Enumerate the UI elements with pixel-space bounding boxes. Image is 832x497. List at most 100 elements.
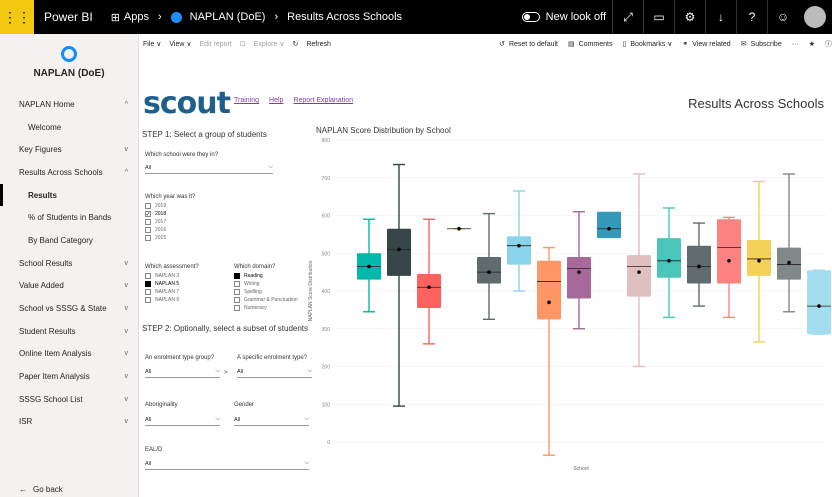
sidebar-item-label: Student Results: [19, 326, 76, 336]
checkbox-option[interactable]: Writing: [234, 280, 298, 288]
breadcrumb-page: Results Across Schools: [287, 11, 403, 23]
training-link[interactable]: Training: [234, 97, 259, 104]
sidebar-item[interactable]: Results: [0, 183, 138, 207]
chevron-up-icon[interactable]: ^: [125, 101, 128, 108]
checkbox-label: Grammar & Punctuation: [244, 297, 298, 303]
chevron-down-icon[interactable]: v: [125, 350, 129, 357]
checkbox-label: NAPLAN 5: [155, 281, 180, 287]
chevron-down-icon[interactable]: v: [125, 282, 129, 289]
checkbox-option[interactable]: 2017: [145, 218, 166, 226]
checkbox[interactable]: [145, 219, 151, 225]
avatar[interactable]: [804, 6, 826, 28]
chevron-down-icon[interactable]: v: [125, 373, 129, 380]
checkbox-option[interactable]: Grammar & Punctuation: [234, 296, 298, 304]
chevron-up-icon[interactable]: ^: [125, 169, 128, 176]
sidebar-item[interactable]: Online Item Analysis v: [0, 343, 138, 366]
chevron-down-icon[interactable]: v: [125, 305, 129, 312]
checkbox-option[interactable]: NAPLAN 3: [145, 272, 179, 280]
checkbox-option[interactable]: 2015: [145, 234, 166, 242]
checkbox-option[interactable]: Spelling: [234, 288, 298, 296]
sidebar-item[interactable]: % of Students in Bands: [0, 206, 138, 229]
sidebar-item[interactable]: ISR v: [0, 411, 138, 434]
sidebar-item[interactable]: Key Figures v: [0, 138, 138, 161]
new-look-toggle[interactable]: New look off: [521, 11, 606, 23]
sidebar-item-label: Online Item Analysis: [19, 349, 92, 359]
checkbox[interactable]: [145, 281, 151, 287]
step1-label: STEP 1: Select a group of students: [142, 130, 267, 139]
checkbox-option[interactable]: Numeracy: [234, 304, 298, 312]
box-mean-marker: [367, 264, 371, 269]
enrolment-group-dropdown[interactable]: All ⌵: [145, 366, 220, 378]
refresh-button[interactable]: Refresh: [306, 41, 331, 48]
gender-dropdown[interactable]: All ⌵: [234, 414, 309, 426]
report-explanation-link[interactable]: Report Explanation: [293, 97, 353, 104]
chevron-down-icon[interactable]: v: [125, 146, 129, 153]
sidebar-item[interactable]: SSSG School List v: [0, 388, 138, 411]
subscribe-button[interactable]: Subscribe: [751, 41, 782, 48]
school-dropdown[interactable]: All ⌵: [145, 162, 273, 174]
comments-button[interactable]: Comments: [579, 41, 613, 48]
feedback-icon[interactable]: ▭: [643, 0, 674, 34]
view-menu[interactable]: View ∨: [169, 40, 191, 48]
checkbox[interactable]: ✓: [145, 211, 151, 218]
chevron-down-icon[interactable]: v: [125, 418, 129, 425]
checkbox[interactable]: [145, 273, 151, 279]
help-icon[interactable]: ?: [736, 0, 767, 34]
checkbox-option[interactable]: 2016: [145, 226, 166, 234]
settings-icon[interactable]: ⚙: [674, 0, 705, 34]
download-icon[interactable]: ↓: [705, 0, 736, 34]
box: [687, 245, 711, 284]
file-menu[interactable]: File ∨: [143, 40, 161, 48]
checkbox[interactable]: [145, 203, 151, 209]
sidebar-item[interactable]: School vs SSSG & State v: [0, 297, 138, 320]
enrolment-type-dropdown[interactable]: All ⌵: [237, 366, 312, 378]
go-back-button[interactable]: ← Go back: [19, 485, 63, 494]
bookmarks-menu[interactable]: Bookmarks ∨: [630, 40, 672, 48]
checkbox-option[interactable]: ✓ 2018: [145, 210, 166, 218]
sidebar-item[interactable]: Results Across Schools ^: [0, 161, 138, 184]
sidebar-item[interactable]: Welcome: [0, 116, 138, 139]
app-launcher-icon[interactable]: ⋮⋮: [0, 0, 34, 34]
checkbox-option[interactable]: NAPLAN 5: [145, 280, 179, 288]
checkbox[interactable]: [145, 235, 151, 241]
sidebar-item[interactable]: Value Added v: [0, 275, 138, 298]
chevron-down-icon[interactable]: v: [125, 328, 129, 335]
sidebar-item[interactable]: By Band Category: [0, 229, 138, 252]
sidebar-item[interactable]: NAPLAN Home ^: [0, 93, 138, 116]
checkbox[interactable]: [234, 305, 240, 311]
chevron-down-icon[interactable]: v: [125, 396, 129, 403]
sidebar-item[interactable]: Paper Item Analysis v: [0, 365, 138, 388]
more-options-button[interactable]: ···: [792, 41, 799, 48]
checkbox[interactable]: [145, 289, 151, 295]
toggle-icon[interactable]: [521, 12, 540, 22]
eald-dropdown[interactable]: All ⌵: [145, 458, 309, 470]
expand-icon[interactable]: ⤢: [612, 0, 643, 34]
chevron-down-icon[interactable]: v: [125, 260, 129, 267]
edit-report-button[interactable]: Edit report: [199, 41, 231, 48]
checkbox-option[interactable]: 2019: [145, 202, 166, 210]
app-icon: [170, 11, 182, 23]
page-title: Results Across Schools: [688, 96, 824, 111]
star-icon[interactable]: ★: [809, 40, 815, 48]
checkbox[interactable]: [234, 297, 240, 303]
reset-button[interactable]: Reset to default: [509, 41, 558, 48]
checkbox[interactable]: [234, 281, 240, 287]
help-link[interactable]: Help: [269, 97, 283, 104]
view-related-button[interactable]: View related: [692, 41, 730, 48]
checkbox-option[interactable]: NAPLAN 7: [145, 288, 179, 296]
checkbox-option[interactable]: Reading: [234, 272, 298, 280]
checkbox[interactable]: [234, 273, 240, 279]
checkbox-option[interactable]: NAPLAN 9: [145, 296, 179, 304]
sidebar-item[interactable]: School Results v: [0, 252, 138, 275]
info-icon[interactable]: ⓘ: [825, 39, 832, 49]
checkbox[interactable]: [145, 227, 151, 233]
breadcrumb-apps[interactable]: Apps: [124, 11, 149, 23]
smiley-icon[interactable]: ☺: [767, 0, 798, 34]
brand-label[interactable]: Power BI: [44, 10, 93, 24]
aboriginality-dropdown[interactable]: All ⌵: [145, 414, 220, 426]
sidebar-item[interactable]: Student Results v: [0, 320, 138, 343]
checkbox[interactable]: [145, 297, 151, 303]
breadcrumb-report[interactable]: NAPLAN (DoE): [190, 11, 266, 23]
checkbox[interactable]: [234, 289, 240, 295]
explore-menu[interactable]: Explore ∨: [254, 40, 285, 48]
